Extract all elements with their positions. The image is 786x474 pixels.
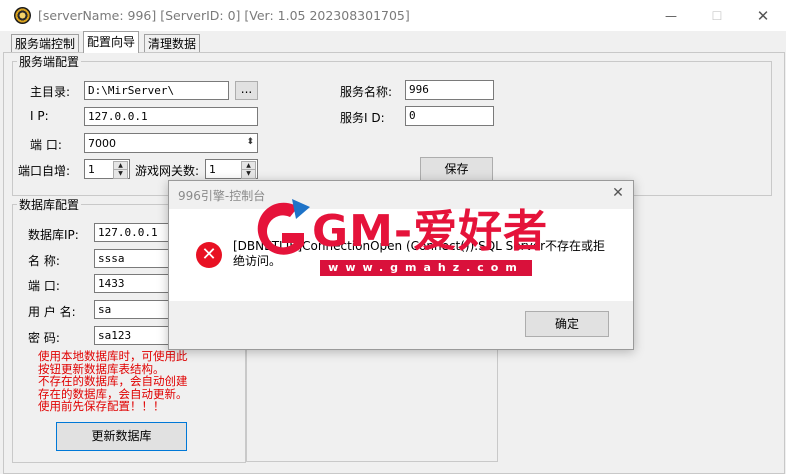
watermark-brand: GM-爱好者 (312, 206, 549, 257)
spin-down-icon[interactable]: ▼ (113, 169, 128, 179)
port-increment-value: 1 (88, 163, 95, 176)
gate-count-value: 1 (209, 163, 216, 176)
close-button[interactable]: ✕ (740, 0, 786, 31)
update-database-button[interactable]: 更新数据库 (56, 422, 187, 451)
minimize-button[interactable]: — (648, 0, 694, 31)
error-icon: ✕ (196, 242, 222, 268)
server-id-input[interactable]: 0 (405, 106, 494, 126)
hint-line: 使用本地数据库时，可使用此 (38, 349, 188, 363)
title-bar: [serverName: 996] [ServerID: 0] [Ver: 1.… (0, 0, 786, 31)
port-label: 端 口: (30, 138, 62, 152)
db-password-input[interactable]: sa123 (94, 326, 174, 345)
server-name-label: 服务名称: (340, 85, 393, 99)
watermark-url: www.gmahz.com (320, 260, 532, 276)
app-icon (14, 7, 31, 24)
gate-count-label: 游戏网关数: (135, 164, 200, 178)
server-id-label: 服务I D: (340, 111, 385, 125)
db-port-label: 端 口: (28, 279, 60, 293)
dialog-close-button[interactable]: ✕ (609, 184, 627, 202)
server-config-title: 服务端配置 (17, 53, 82, 70)
db-password-label: 密 码: (28, 331, 60, 345)
db-ip-label: 数据库IP: (28, 228, 79, 242)
db-user-input[interactable]: sa (94, 300, 174, 319)
server-name-input[interactable]: 996 (405, 80, 494, 100)
port-select[interactable]: 7000 ⬍ (84, 133, 258, 153)
home-dir-label: 主目录: (30, 85, 71, 99)
port-value: 7000 (88, 137, 116, 150)
db-ip-input[interactable]: 127.0.0.1 (94, 223, 174, 242)
side-panel (246, 340, 498, 462)
db-name-label: 名 称: (28, 254, 60, 268)
maximize-button[interactable]: ☐ (694, 0, 740, 31)
tab-server-control[interactable]: 服务端控制 (11, 34, 80, 53)
port-increment-spinner[interactable]: 1 ▲ ▼ (84, 159, 130, 179)
gm-logo-icon (257, 199, 310, 255)
tab-clean-data[interactable]: 清理数据 (144, 34, 201, 53)
db-update-hint: 使用本地数据库时，可使用此 按钮更新数据库表结构。 不存在的数据库，会自动创建 … (38, 350, 238, 413)
ip-input[interactable]: 127.0.0.1 (84, 107, 258, 126)
hint-line: 不存在的数据库，会自动创建 (38, 374, 188, 388)
browse-button[interactable]: ... (235, 81, 258, 100)
spin-down-icon[interactable]: ▼ (241, 169, 256, 179)
db-user-label: 用 户 名: (28, 305, 76, 319)
window-title: [serverName: 996] [ServerID: 0] [Ver: 1.… (38, 8, 410, 23)
tab-config-wizard[interactable]: 配置向导 (83, 31, 140, 53)
hint-line: 使用前先保存配置！！！ (38, 399, 165, 413)
db-port-input[interactable]: 1433 (94, 274, 174, 293)
gate-count-spinner[interactable]: 1 ▲ ▼ (205, 159, 258, 179)
ip-label: I P: (30, 109, 49, 123)
chevron-up-down-icon: ⬍ (246, 137, 254, 147)
save-button[interactable]: 保存 (420, 157, 493, 182)
ok-button[interactable]: 确定 (525, 311, 609, 337)
home-dir-input[interactable]: D:\MirServer\ (84, 81, 229, 100)
watermark: GM-爱好者 www.gmahz.com (252, 193, 547, 283)
db-name-input[interactable]: sssa (94, 249, 174, 268)
port-increment-label: 端口自增: (18, 164, 71, 178)
db-config-title: 数据库配置 (17, 196, 82, 213)
